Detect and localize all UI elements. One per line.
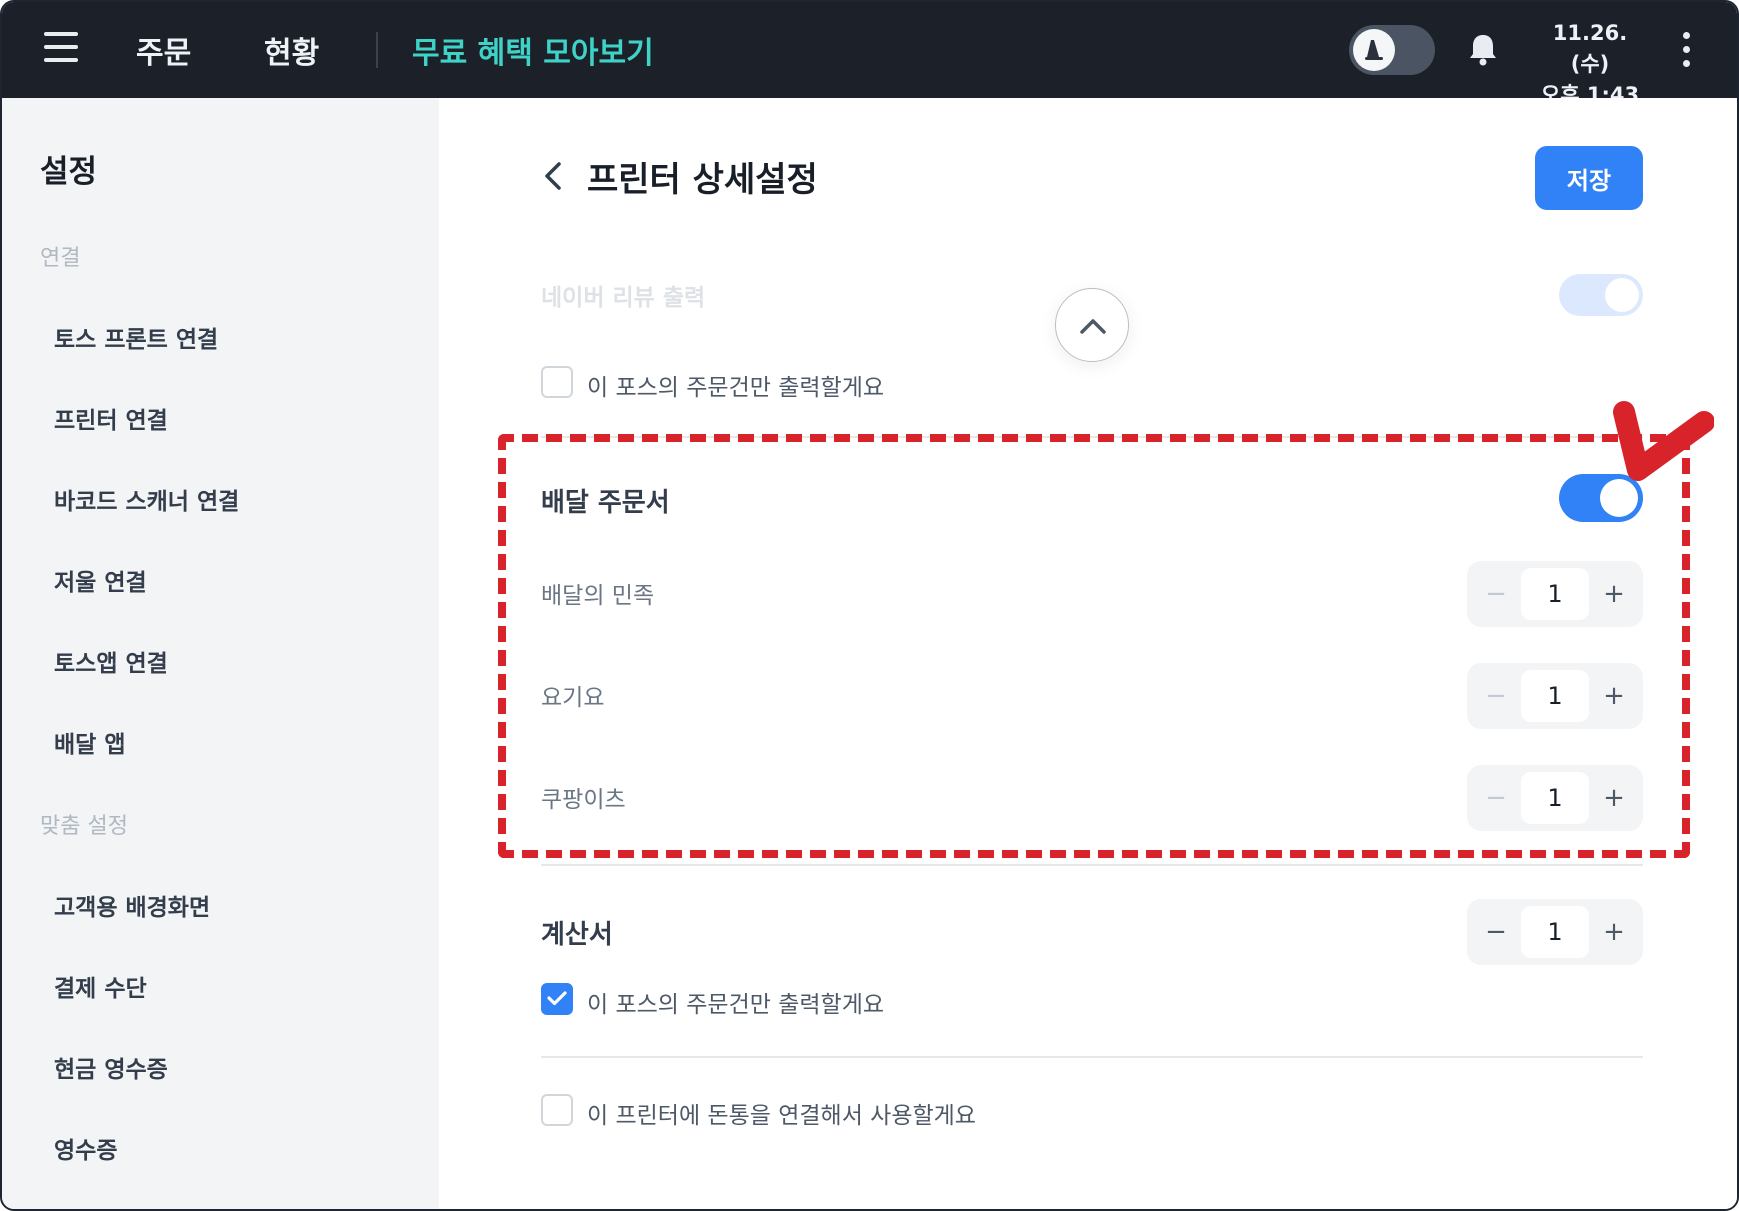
sidebar-item-barcode-scanner[interactable]: 바코드 스캐너 연결 <box>54 482 239 516</box>
settings-sidebar: 설정 연결 토스 프론트 연결 프린터 연결 바코드 스캐너 연결 저울 연결 … <box>2 98 439 1209</box>
sidebar-item-printer[interactable]: 프린터 연결 <box>54 401 168 435</box>
quantity-value: 1 <box>1521 772 1589 824</box>
faded-setting-label: 네이버 리뷰 출력 <box>541 285 706 311</box>
top-navigation-bar: 주문 현황 무료 혜택 모아보기 11.26. (수) 오후 1:43 <box>2 2 1737 107</box>
increment-button[interactable]: + <box>1585 561 1643 627</box>
delivery-order-title: 배달 주문서 <box>541 488 670 518</box>
scroll-up-chevron-icon[interactable] <box>1055 288 1129 362</box>
mode-knob <box>1353 29 1395 71</box>
back-chevron-icon[interactable] <box>537 156 571 196</box>
quantity-stepper-yogiyo: − 1 + <box>1467 663 1643 729</box>
pos-only-label-1: 이 포스의 주문건만 출력할게요 <box>587 375 885 401</box>
decrement-button[interactable]: − <box>1467 561 1525 627</box>
cash-drawer-label: 이 프린터에 돈통을 연결해서 사용할게요 <box>587 1103 976 1129</box>
save-button[interactable]: 저장 <box>1535 146 1643 210</box>
sidebar-item-payment-method[interactable]: 결제 수단 <box>54 969 147 1003</box>
pos-only-checkbox-1[interactable] <box>541 366 573 398</box>
quantity-stepper-bill: − 1 + <box>1467 899 1643 965</box>
date-text: 11.26. (수) <box>1552 21 1628 76</box>
notification-bell-icon[interactable] <box>1464 30 1502 68</box>
faded-setting-toggle[interactable] <box>1559 274 1643 316</box>
increment-button[interactable]: + <box>1585 899 1643 965</box>
sidebar-item-receipt[interactable]: 영수증 <box>54 1131 117 1165</box>
checkmark-icon <box>547 991 567 1006</box>
bill-title: 계산서 <box>541 920 613 950</box>
sidebar-section-connect: 연결 <box>40 246 81 271</box>
decrement-button[interactable]: − <box>1467 663 1525 729</box>
pos-only-checkbox-2[interactable] <box>541 983 573 1015</box>
quantity-value: 1 <box>1521 906 1589 958</box>
divider <box>541 436 1643 438</box>
more-options-icon[interactable] <box>1678 30 1694 70</box>
increment-button[interactable]: + <box>1585 663 1643 729</box>
sidebar-section-custom: 맞춤 설정 <box>40 814 128 839</box>
divider <box>541 864 1643 866</box>
page-title: 프린터 상세설정 <box>587 160 818 200</box>
nav-order[interactable]: 주문 <box>136 28 191 72</box>
display-mode-toggle[interactable] <box>1349 25 1435 75</box>
nav-free-benefits[interactable]: 무료 혜택 모아보기 <box>412 28 654 72</box>
nav-divider <box>376 32 378 68</box>
sidebar-item-scale[interactable]: 저울 연결 <box>54 563 147 597</box>
quantity-stepper-coupang-eats: − 1 + <box>1467 765 1643 831</box>
printer-detail-settings: 프린터 상세설정 저장 네이버 리뷰 출력 이 포스의 주문건만 출력할게요 배… <box>439 98 1737 1209</box>
decrement-button[interactable]: − <box>1467 899 1525 965</box>
decrement-button[interactable]: − <box>1467 765 1525 831</box>
delivery-app-label-yogiyo: 요기요 <box>541 685 605 711</box>
delivery-order-toggle[interactable] <box>1559 474 1643 522</box>
delivery-app-label-coupang-eats: 쿠팡이츠 <box>541 787 626 813</box>
sidebar-item-delivery-app[interactable]: 배달 앱 <box>54 725 126 759</box>
nav-status[interactable]: 현황 <box>264 28 319 72</box>
pos-only-label-2: 이 포스의 주문건만 출력할게요 <box>587 992 885 1018</box>
sidebar-item-toss-front[interactable]: 토스 프론트 연결 <box>54 320 218 354</box>
sidebar-item-toss-app[interactable]: 토스앱 연결 <box>54 644 168 678</box>
cash-drawer-checkbox[interactable] <box>541 1094 573 1126</box>
sidebar-item-customer-background[interactable]: 고객용 배경화면 <box>54 888 210 922</box>
quantity-stepper-baemin: − 1 + <box>1467 561 1643 627</box>
increment-button[interactable]: + <box>1585 765 1643 831</box>
quantity-value: 1 <box>1521 670 1589 722</box>
divider <box>541 1056 1643 1058</box>
app-window: 주문 현황 무료 혜택 모아보기 11.26. (수) 오후 1:43 설정 연… <box>0 0 1739 1211</box>
sidebar-title: 설정 <box>40 154 98 190</box>
delivery-app-label-baemin: 배달의 민족 <box>541 583 655 609</box>
quantity-value: 1 <box>1521 568 1589 620</box>
lamp-icon <box>1365 40 1383 60</box>
hamburger-menu-icon[interactable] <box>44 32 78 62</box>
sidebar-item-cash-receipt[interactable]: 현금 영수증 <box>54 1050 168 1084</box>
